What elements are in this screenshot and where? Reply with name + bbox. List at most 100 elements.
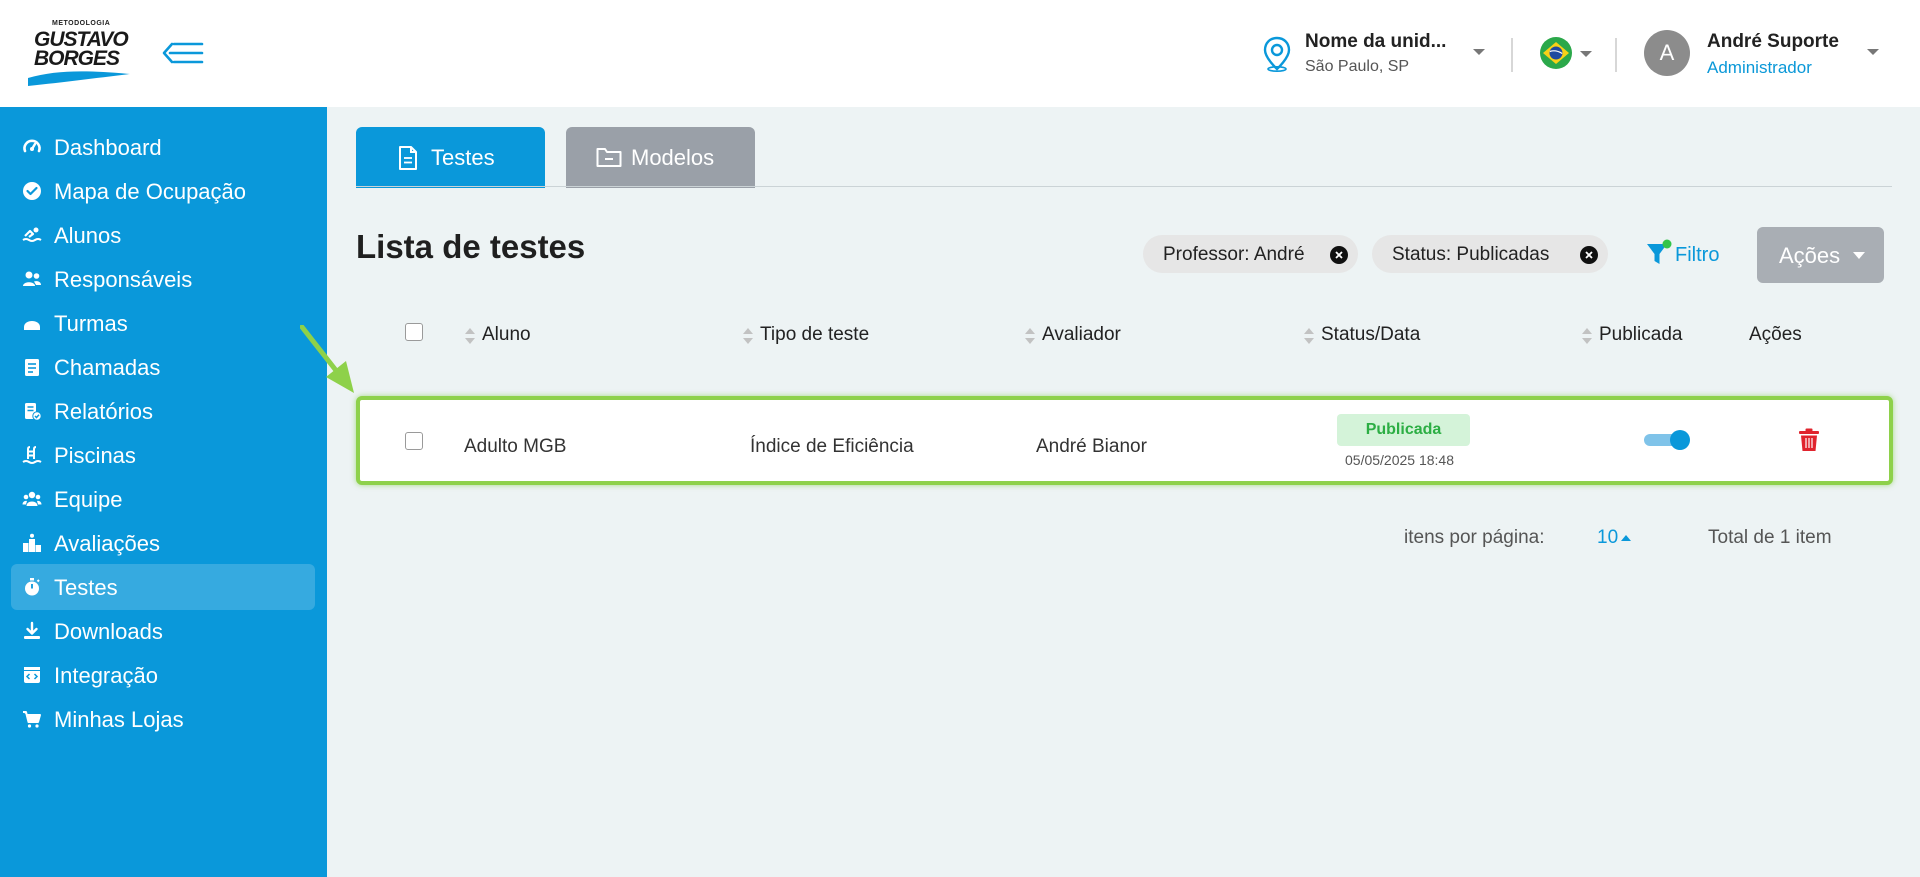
chevron-down-icon <box>1473 49 1485 55</box>
cell-aluno: Adulto MGB <box>464 436 567 457</box>
chevron-down-icon <box>1580 51 1592 57</box>
sidebar-item-integracao[interactable]: Integração <box>11 652 315 698</box>
unit-name: Nome da unid... <box>1305 31 1447 52</box>
clipboard-icon <box>25 359 39 376</box>
document-icon <box>399 146 417 170</box>
code-window-icon <box>24 667 40 683</box>
status-date: 05/05/2025 18:48 <box>1345 452 1454 468</box>
report-icon <box>25 403 42 421</box>
actions-dropdown-button[interactable]: Ações <box>1757 227 1884 283</box>
row-checkbox[interactable] <box>405 432 423 450</box>
user-menu[interactable]: A André Suporte Administrador <box>1644 28 1884 80</box>
sort-icon <box>1304 328 1314 344</box>
swim-cap-icon <box>24 321 40 330</box>
brazil-flag-icon <box>1540 37 1572 69</box>
sidebar-item-responsaveis[interactable]: Responsáveis <box>11 256 315 302</box>
sort-icon <box>465 328 475 344</box>
sidebar-item-downloads[interactable]: Downloads <box>11 608 315 654</box>
sidebar-item-dashboard[interactable]: Dashboard <box>11 124 315 170</box>
avatar: A <box>1644 30 1690 76</box>
sidebar-item-label: Relatórios <box>54 399 154 424</box>
column-header-avaliador[interactable]: Avaliador <box>1024 324 1154 346</box>
sort-icon <box>1582 328 1592 344</box>
sidebar-item-label: Chamadas <box>54 355 161 380</box>
tab-label: Testes <box>431 145 495 170</box>
location-pin-icon <box>1263 36 1291 72</box>
filter-chip-professor: Professor: André <box>1143 235 1358 273</box>
user-name: André Suporte <box>1707 31 1839 52</box>
column-header-tipo-de-teste[interactable]: Tipo de teste <box>742 324 892 346</box>
status-badge: Publicada <box>1337 414 1470 446</box>
remove-filter-button[interactable] <box>1580 246 1598 264</box>
sidebar: Dashboard Mapa de Ocupação Alunos Respon… <box>0 107 327 877</box>
users-icon <box>23 271 41 286</box>
published-toggle[interactable] <box>1644 430 1690 450</box>
swimmer-icon <box>22 227 42 242</box>
sidebar-item-equipe[interactable]: Equipe <box>11 476 315 522</box>
unit-city: São Paulo, SP <box>1305 58 1410 75</box>
column-header-publicada[interactable]: Publicada <box>1581 324 1701 346</box>
column-header-aluno[interactable]: Aluno <box>464 324 574 346</box>
language-selector[interactable] <box>1539 36 1593 70</box>
chevron-down-icon <box>1867 49 1879 55</box>
gauge-icon <box>23 139 41 153</box>
select-all-checkbox[interactable] <box>405 323 423 341</box>
sidebar-item-mapa-de-ocupacao[interactable]: Mapa de Ocupação <box>11 168 315 214</box>
folder-icon <box>596 148 622 167</box>
filter-button[interactable]: Filtro <box>1643 238 1733 272</box>
podium-icon <box>23 533 41 552</box>
sidebar-item-label: Integração <box>54 663 158 688</box>
cart-icon <box>23 711 41 728</box>
top-bar: METODOLOGIA GUSTAVO BORGES Nome da unid.… <box>0 0 1920 107</box>
pool-ladder-icon <box>22 446 42 464</box>
items-per-page-label: itens por página: <box>1404 527 1545 548</box>
download-icon <box>24 621 40 639</box>
toggle-knob <box>1670 430 1690 450</box>
chevron-down-icon <box>1853 252 1865 259</box>
remove-filter-button[interactable] <box>1330 246 1348 264</box>
sidebar-item-label: Turmas <box>54 311 128 336</box>
sidebar-item-minhas-lojas[interactable]: Minhas Lojas <box>11 696 315 742</box>
sidebar-item-label: Minhas Lojas <box>54 707 184 732</box>
column-header-acoes: Ações <box>1749 324 1802 345</box>
sidebar-item-label: Piscinas <box>54 443 136 468</box>
unit-selector[interactable]: Nome da unid... São Paulo, SP <box>1262 28 1492 80</box>
tab-modelos[interactable]: Modelos <box>566 127 755 188</box>
sidebar-item-relatorios[interactable]: Relatórios <box>11 388 315 434</box>
sidebar-item-label: Responsáveis <box>54 267 193 292</box>
page-title: Lista de testes <box>356 228 586 265</box>
items-per-page-select[interactable]: 10 <box>1597 527 1637 549</box>
sidebar-item-turmas[interactable]: Turmas <box>11 300 315 346</box>
cell-avaliador: André Bianor <box>1036 436 1147 457</box>
sidebar-item-label: Dashboard <box>54 135 162 160</box>
tab-testes[interactable]: Testes <box>356 127 545 188</box>
stopwatch-icon <box>25 578 40 596</box>
sidebar-item-chamadas[interactable]: Chamadas <box>11 344 315 390</box>
sidebar-item-label: Alunos <box>54 223 122 248</box>
filter-chip-label: Professor: André <box>1163 244 1305 265</box>
sort-icon <box>1025 328 1035 344</box>
table-row[interactable]: Adulto MGB Índice de Eficiência André Bi… <box>356 396 1893 485</box>
logo-text: GUSTAVO BORGES <box>34 28 129 70</box>
menu-collapse-icon <box>162 42 204 64</box>
sort-icon <box>743 328 753 344</box>
sidebar-item-piscinas[interactable]: Piscinas <box>11 432 315 478</box>
sidebar-item-avaliacoes[interactable]: Avaliações <box>11 520 315 566</box>
items-per-page-value: 10 <box>1597 527 1619 548</box>
sidebar-item-testes[interactable]: Testes <box>11 564 315 610</box>
sidebar-item-label: Testes <box>54 575 118 600</box>
brand-logo[interactable]: METODOLOGIA GUSTAVO BORGES <box>26 18 132 88</box>
delete-trash-icon[interactable] <box>1798 428 1820 452</box>
sidebar-item-alunos[interactable]: Alunos <box>11 212 315 258</box>
column-header-status-data[interactable]: Status/Data <box>1303 324 1443 346</box>
menu-collapse-button[interactable] <box>162 38 204 68</box>
sidebar-item-label: Avaliações <box>54 531 160 556</box>
filter-button-label: Filtro <box>1675 244 1720 266</box>
logo-wave-icon <box>28 71 130 86</box>
chevron-up-icon <box>1621 535 1631 541</box>
sidebar-item-label: Equipe <box>54 487 123 512</box>
tab-divider <box>356 186 1892 187</box>
close-icon <box>1335 251 1343 259</box>
user-role: Administrador <box>1707 58 1812 77</box>
team-icon <box>22 491 42 506</box>
